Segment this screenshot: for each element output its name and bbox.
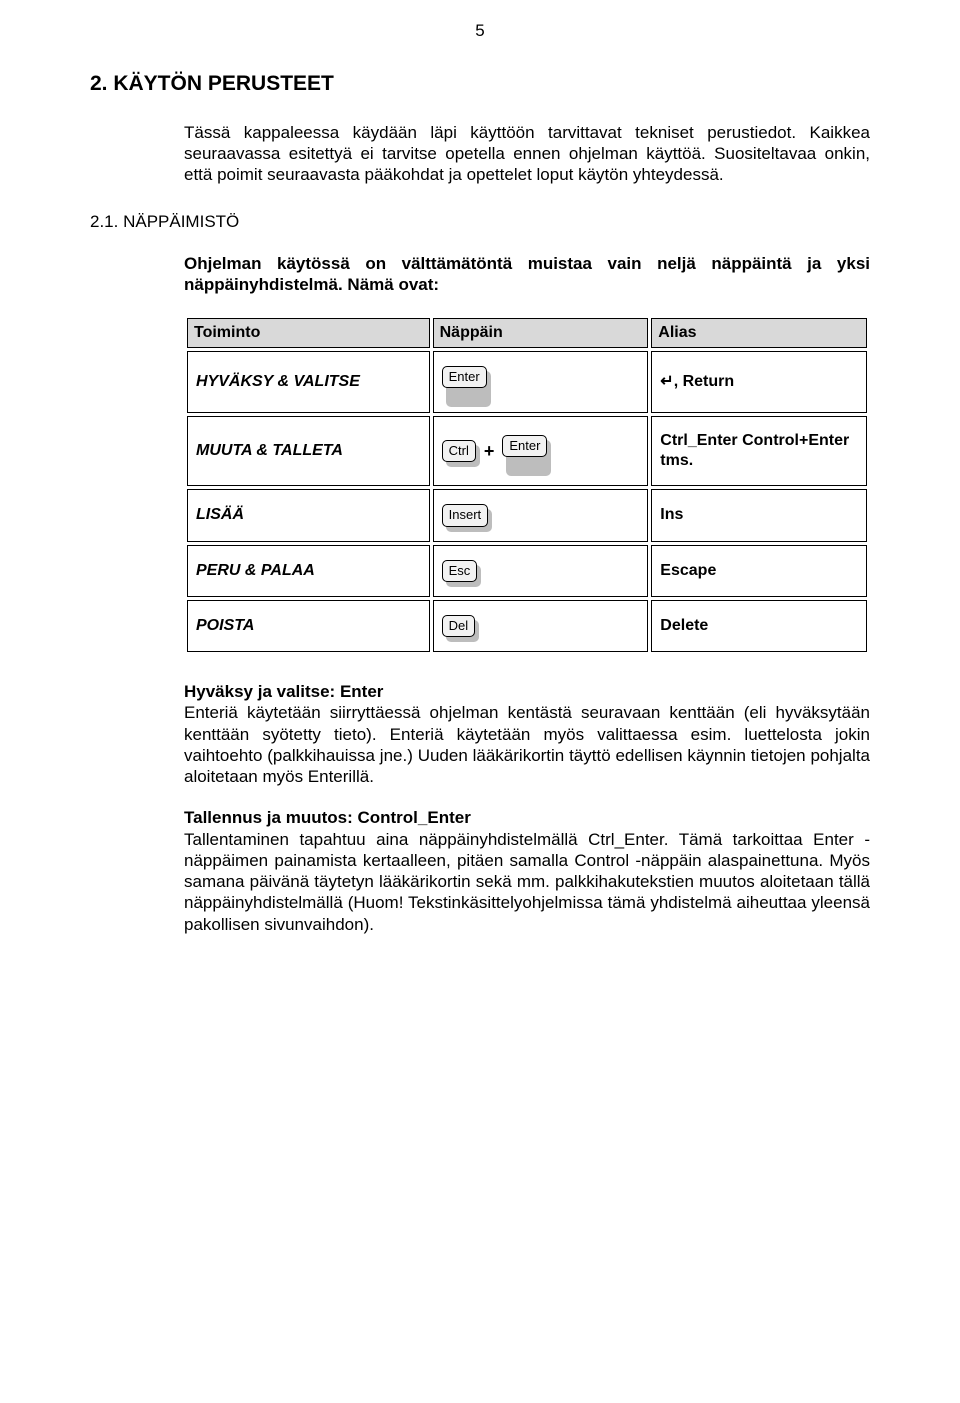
- keycap-label: Enter: [442, 366, 487, 388]
- keycap-label: Esc: [442, 560, 478, 582]
- keycap-label: Enter: [502, 435, 547, 457]
- th-action: Toiminto: [187, 318, 430, 348]
- table-row: MUUTA & TALLETA Ctrl +Enter Ctrl_Enter Cont…: [187, 416, 867, 486]
- keycap-label: Ctrl: [442, 440, 476, 462]
- keycap-label: Insert: [442, 504, 489, 526]
- plus-icon: +: [482, 440, 497, 463]
- section-heading: 2.1. NÄPPÄIMISTÖ: [90, 211, 870, 232]
- th-key: Näppäin: [433, 318, 649, 348]
- cell-alias: ↵, Return: [651, 351, 867, 413]
- body-paragraph: Tallentaminen tapahtuu aina näppäinyhdis…: [184, 829, 870, 935]
- cell-action: HYVÄKSY & VALITSE: [187, 351, 430, 413]
- cell-alias: Escape: [651, 545, 867, 597]
- keycap-icon: Ctrl: [442, 440, 476, 462]
- cell-action: POISTA: [187, 600, 430, 652]
- keycap-icon: Enter: [442, 366, 487, 388]
- body-paragraph: Enteriä käytetään siirryttäessä ohjelman…: [184, 702, 870, 787]
- keycap-icon: Esc: [442, 560, 478, 582]
- cell-alias: Delete: [651, 600, 867, 652]
- keycap-icon: Del: [442, 615, 476, 637]
- cell-alias: Ctrl_Enter Control+Enter tms.: [651, 416, 867, 486]
- cell-key: Del: [433, 600, 649, 652]
- section-intro: Ohjelman käytössä on välttämätöntä muist…: [184, 253, 870, 296]
- keycap-icon: Enter: [502, 435, 547, 457]
- page-number: 5: [90, 20, 870, 41]
- cell-action: PERU & PALAA: [187, 545, 430, 597]
- body-heading: Tallennus ja muutos: Control_Enter: [184, 807, 870, 828]
- table-row: HYVÄKSY & VALITSE Enter ↵, Return: [187, 351, 867, 413]
- body-heading: Hyväksy ja valitse: Enter: [184, 681, 870, 702]
- cell-key: Enter: [433, 351, 649, 413]
- keycap-icon: Insert: [442, 504, 489, 526]
- cell-key: Insert: [433, 489, 649, 541]
- th-alias: Alias: [651, 318, 867, 348]
- keycap-label: Del: [442, 615, 476, 637]
- cell-key: Ctrl +Enter: [433, 416, 649, 486]
- page-title: 2. KÄYTÖN PERUSTEET: [90, 71, 870, 97]
- intro-paragraph: Tässä kappaleessa käydään läpi käyttöön …: [184, 122, 870, 186]
- cell-alias: Ins: [651, 489, 867, 541]
- keys-table: Toiminto Näppäin Alias HYVÄKSY & VALITSE…: [184, 315, 870, 655]
- table-row: LISÄÄ Insert Ins: [187, 489, 867, 541]
- table-row: POISTA Del Delete: [187, 600, 867, 652]
- cell-action: LISÄÄ: [187, 489, 430, 541]
- cell-action: MUUTA & TALLETA: [187, 416, 430, 486]
- cell-key: Esc: [433, 545, 649, 597]
- table-row: PERU & PALAA Esc Escape: [187, 545, 867, 597]
